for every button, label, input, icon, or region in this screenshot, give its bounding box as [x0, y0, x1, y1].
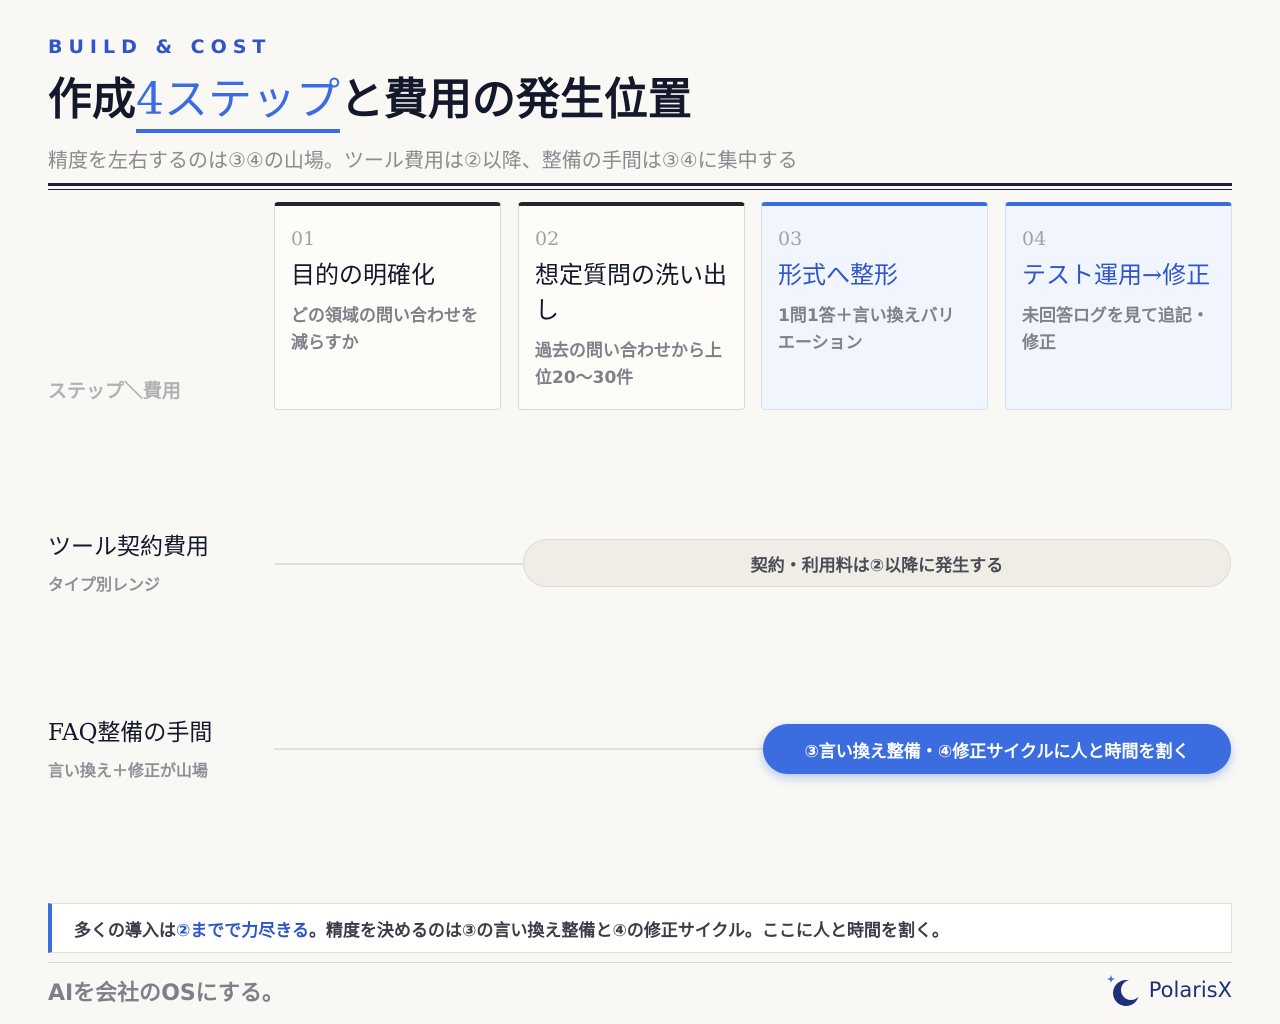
step-card-1: 01 目的の明確化 どの領域の問い合わせを減らすか — [274, 202, 501, 410]
crescent-star-icon — [1106, 975, 1141, 1006]
step-title: 想定質問の洗い出し — [535, 261, 727, 324]
step-description: 過去の問い合わせから上位20〜30件 — [535, 341, 722, 388]
faq-effort-bar-label: ③言い換え整備・④修正サイクルに人と時間を割く — [804, 741, 1190, 762]
tool-cost-row-title: ツール契約費用 — [48, 534, 209, 560]
header-rule-thick — [48, 183, 1232, 186]
footer-tagline: AIを会社のOSにする。 — [48, 981, 284, 1006]
header-rule-thin — [48, 189, 1232, 190]
tool-cost-bar-label: 契約・利用料は②以降に発生する — [750, 555, 1004, 576]
note-text-pre: 多くの導入は — [74, 920, 176, 941]
logo-wordmark: PolarisX — [1148, 978, 1232, 1002]
faq-effort-row-title: FAQ整備の手間 — [48, 720, 213, 746]
note-text-post: 。精度を決めるのは③の言い換え整備と④の修正サイクル。ここに人と時間を割く。 — [309, 920, 949, 941]
brand-logo: PolarisX — [1105, 970, 1232, 1010]
step-card-2: 02 想定質問の洗い出し 過去の問い合わせから上位20〜30件 — [518, 202, 745, 410]
callout-note: 多くの導入は ②までで力尽きる 。精度を決めるのは③の言い換え整備と④の修正サイクル… — [48, 903, 1232, 953]
note-text-emphasis: ②までで力尽きる — [176, 920, 310, 941]
title-accent: 4ステップ — [136, 74, 340, 133]
title-post: と費用の発生位置 — [340, 74, 692, 125]
footer-rule — [48, 962, 1232, 963]
tool-cost-bar: 契約・利用料は②以降に発生する — [523, 539, 1231, 587]
step-card-4: 04 テスト運用→修正 未回答ログを見て追記・修正 — [1005, 202, 1232, 410]
step-number: 04 — [1022, 228, 1047, 250]
step-title: テスト運用→修正 — [1022, 261, 1211, 289]
tool-cost-row-subtitle: タイプ別レンジ — [48, 575, 161, 594]
faq-effort-row-subtitle: 言い換え＋修正が山場 — [48, 761, 209, 780]
step-number: 03 — [778, 228, 803, 250]
eyebrow-label: BUILD & COST — [48, 36, 272, 58]
faq-effort-bar: ③言い換え整備・④修正サイクルに人と時間を割く — [763, 724, 1231, 774]
step-title: 形式へ整形 — [778, 261, 898, 289]
faq-effort-track — [274, 748, 764, 750]
step-description: どの領域の問い合わせを減らすか — [291, 306, 478, 353]
step-card-3: 03 形式へ整形 1問1答＋言い換えバリエーション — [761, 202, 988, 410]
title-pre: 作成 — [48, 74, 136, 125]
step-description: 未回答ログを見て追記・修正 — [1022, 306, 1209, 353]
grid-corner-label: ステップ＼費用 — [48, 380, 182, 402]
tool-cost-track — [274, 563, 524, 565]
step-number: 01 — [291, 228, 316, 250]
step-title: 目的の明確化 — [291, 261, 435, 289]
step-number: 02 — [535, 228, 560, 250]
page-title: 作成4ステップと費用の発生位置 — [48, 70, 692, 133]
page-subtitle: 精度を左右するのは③④の山場。ツール費用は②以降、整備の手間は③④に集中する — [48, 148, 798, 172]
step-description: 1問1答＋言い換えバリエーション — [778, 306, 955, 353]
